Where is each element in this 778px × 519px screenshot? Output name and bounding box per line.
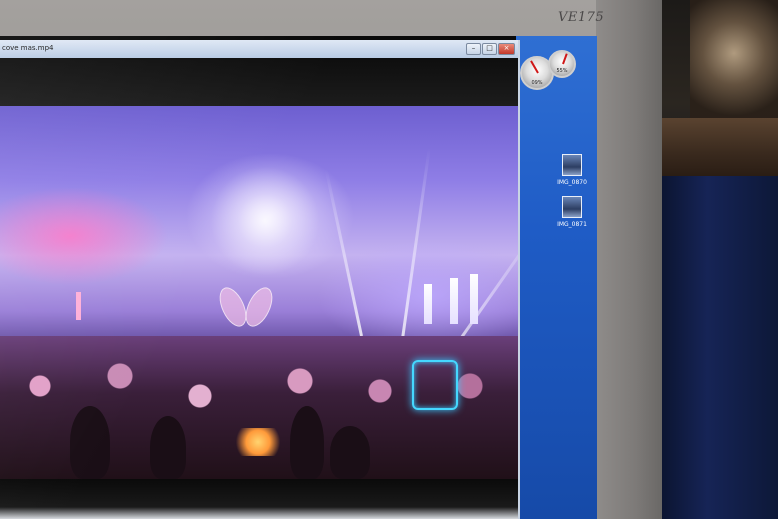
desktop-icon-label: IMG_0871 xyxy=(557,221,587,228)
stage-tower xyxy=(424,284,432,324)
crowd-silhouette xyxy=(150,416,186,479)
wooden-shelf xyxy=(660,118,778,176)
player-letterbox-top xyxy=(0,58,518,106)
monitor-screen: 09% 55% IMG_0870 IMG_0871 cove mas.mp4 –… xyxy=(0,36,597,519)
light-beam xyxy=(324,169,363,337)
firework-burst xyxy=(210,166,320,276)
image-file-icon xyxy=(562,154,582,176)
desktop-icon-label: IMG_0870 xyxy=(557,179,587,186)
led-vest xyxy=(412,360,458,410)
blue-fabric xyxy=(660,176,778,519)
minimize-button[interactable]: – xyxy=(466,43,481,55)
crowd-silhouette xyxy=(330,426,370,479)
window-title: cove mas.mp4 xyxy=(2,44,54,52)
player-letterbox-bottom xyxy=(0,479,518,519)
memory-gauge-value: 55% xyxy=(556,68,568,74)
background-device xyxy=(690,0,778,118)
image-file-icon xyxy=(562,196,582,218)
desktop-area: 09% 55% IMG_0870 IMG_0871 xyxy=(516,36,597,519)
desktop-icon-img-0871[interactable]: IMG_0871 xyxy=(550,196,594,228)
stage-tower xyxy=(76,292,81,320)
gauge-needle xyxy=(562,53,568,65)
video-frame[interactable] xyxy=(0,106,518,479)
flower-petal xyxy=(240,283,278,331)
stage-tower xyxy=(450,278,458,324)
stage-tower xyxy=(470,274,478,324)
gauge-needle xyxy=(530,60,539,74)
cpu-gauge-value: 09% xyxy=(531,80,543,86)
media-player-window[interactable]: cove mas.mp4 – □ × xyxy=(0,40,520,519)
monitor-brand: VE175 xyxy=(558,10,605,25)
memory-gauge-gadget[interactable]: 55% xyxy=(548,50,576,78)
monitor-bezel-right xyxy=(596,0,662,519)
close-button[interactable]: × xyxy=(498,43,515,55)
crowd-silhouette xyxy=(70,406,110,479)
glowing-lights xyxy=(232,428,284,456)
maximize-button[interactable]: □ xyxy=(482,43,497,55)
stage-flower-sculpture xyxy=(214,283,278,334)
crowd-silhouette xyxy=(290,406,324,479)
window-titlebar[interactable]: cove mas.mp4 – □ × xyxy=(0,40,518,58)
desktop-icon-img-0870[interactable]: IMG_0870 xyxy=(550,154,594,186)
